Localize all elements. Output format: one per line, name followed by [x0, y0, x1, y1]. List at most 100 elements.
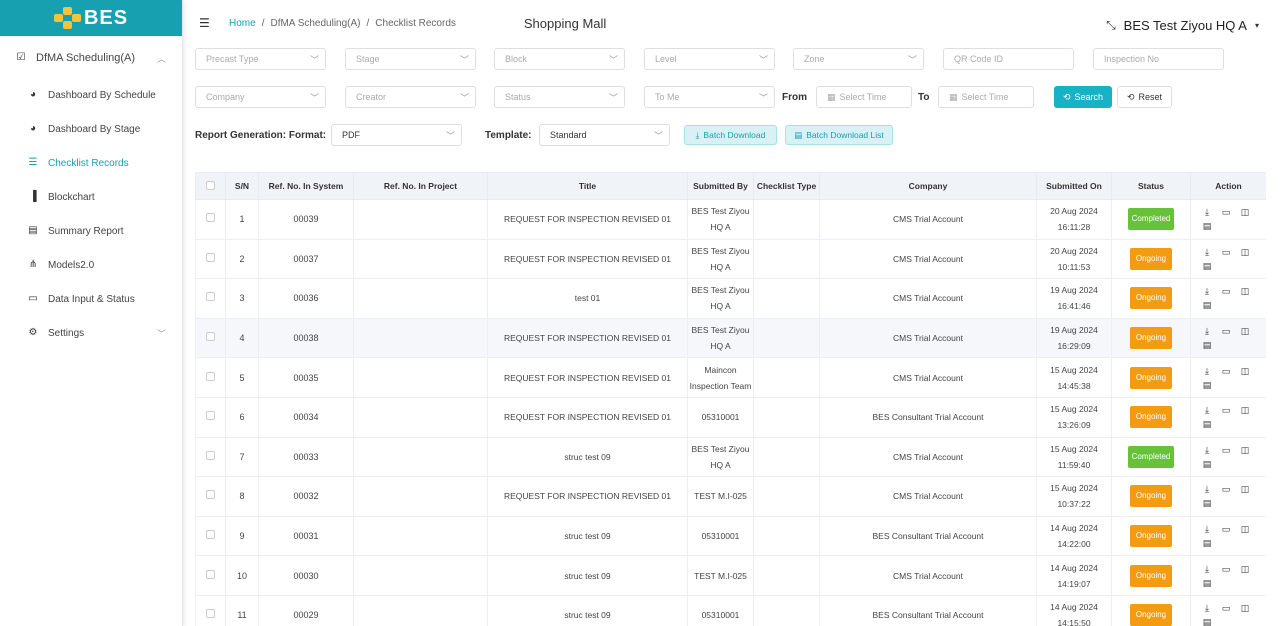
row-checkbox-cell[interactable]	[195, 278, 226, 319]
card-icon[interactable]: ▭	[1220, 285, 1232, 297]
table-row[interactable]: 2 00037 REQUEST FOR INSPECTION REVISED 01 B…	[195, 238, 1266, 280]
download-icon[interactable]: ⤓	[1201, 285, 1213, 297]
qr-code-input[interactable]: QR Code ID	[943, 48, 1074, 70]
batch-download-button[interactable]: ⤓ Batch Download	[684, 125, 777, 145]
row-checkbox-cell[interactable]	[195, 555, 226, 596]
book-icon[interactable]: ◫	[1239, 246, 1251, 258]
sidebar-item-dashboard-schedule[interactable]: ◕ Dashboard By Schedule	[0, 78, 182, 112]
document-icon[interactable]: ▤	[1201, 616, 1213, 626]
user-menu[interactable]: BES Test Ziyou HQ A	[1124, 18, 1247, 33]
sidebar-item-checklist-records[interactable]: ☰ Checklist Records	[0, 146, 182, 180]
book-icon[interactable]: ◫	[1239, 285, 1251, 297]
breadcrumb-dfma[interactable]: DfMA Scheduling(A)	[270, 18, 360, 29]
select-all-checkbox-cell[interactable]	[195, 172, 226, 200]
row-checkbox[interactable]	[206, 609, 215, 619]
download-icon[interactable]: ⤓	[1201, 365, 1213, 377]
reset-button[interactable]: ⟲ Reset	[1117, 86, 1172, 108]
download-icon[interactable]: ⤓	[1201, 444, 1213, 456]
document-icon[interactable]: ▤	[1201, 299, 1213, 311]
card-icon[interactable]: ▭	[1220, 483, 1232, 495]
template-select[interactable]: Standard ﹀	[539, 124, 670, 146]
book-icon[interactable]: ◫	[1239, 365, 1251, 377]
card-icon[interactable]: ▭	[1220, 325, 1232, 337]
sidebar-item-blockchart[interactable]: ▐ Blockchart	[0, 180, 182, 214]
document-icon[interactable]: ▤	[1201, 497, 1213, 509]
document-icon[interactable]: ▤	[1201, 577, 1213, 589]
block-select[interactable]: Block ﹀	[494, 48, 625, 70]
card-icon[interactable]: ▭	[1220, 563, 1232, 575]
document-icon[interactable]: ▤	[1201, 537, 1213, 549]
row-checkbox[interactable]	[206, 490, 215, 500]
row-checkbox[interactable]	[206, 530, 215, 540]
table-row[interactable]: 1 00039 REQUEST FOR INSPECTION REVISED 01 B…	[195, 199, 1266, 240]
download-icon[interactable]: ⤓	[1201, 563, 1213, 575]
document-icon[interactable]: ▤	[1201, 260, 1213, 272]
document-icon[interactable]: ▤	[1201, 418, 1213, 430]
book-icon[interactable]: ◫	[1239, 563, 1251, 575]
document-icon[interactable]: ▤	[1201, 379, 1213, 391]
book-icon[interactable]: ◫	[1239, 206, 1251, 218]
row-checkbox[interactable]	[206, 371, 215, 381]
card-icon[interactable]: ▭	[1220, 404, 1232, 416]
download-icon[interactable]: ⤓	[1201, 483, 1213, 495]
book-icon[interactable]: ◫	[1239, 602, 1251, 614]
row-checkbox[interactable]	[206, 332, 215, 342]
creator-select[interactable]: Creator ﹀	[345, 86, 476, 108]
document-icon[interactable]: ▤	[1201, 220, 1213, 232]
row-checkbox[interactable]	[206, 411, 215, 421]
card-icon[interactable]: ▭	[1220, 444, 1232, 456]
level-select[interactable]: Level ﹀	[644, 48, 775, 70]
row-checkbox[interactable]	[206, 450, 215, 460]
row-checkbox-cell[interactable]	[195, 476, 226, 517]
download-icon[interactable]: ⤓	[1201, 602, 1213, 614]
document-icon[interactable]: ▤	[1201, 458, 1213, 470]
format-select[interactable]: PDF ﹀	[331, 124, 462, 146]
book-icon[interactable]: ◫	[1239, 325, 1251, 337]
table-row[interactable]: 9 00031 struc test 09 05310001 BES Consultan…	[195, 515, 1266, 557]
table-row[interactable]: 3 00036 test 01 BES Test Ziyou HQ A CMS Trial…	[195, 278, 1266, 319]
table-row[interactable]: 8 00032 REQUEST FOR INSPECTION REVISED 01 T…	[195, 476, 1266, 517]
sidebar-item-settings[interactable]: ⚙ Settings ﹀	[0, 316, 182, 350]
company-select[interactable]: Company ﹀	[195, 86, 326, 108]
table-row[interactable]: 10 00030 struc test 09 TEST M.I-025 CMS Tria…	[195, 555, 1266, 596]
sidebar-group-dfma[interactable]: ☑ DfMA Scheduling(A) ︿	[0, 38, 182, 78]
download-icon[interactable]: ⤓	[1201, 325, 1213, 337]
select-all-checkbox[interactable]	[206, 180, 215, 190]
sidebar-item-dashboard-stage[interactable]: ◕ Dashboard By Stage	[0, 112, 182, 146]
row-checkbox[interactable]	[206, 252, 215, 262]
search-button[interactable]: ⟲ Search	[1054, 86, 1112, 108]
row-checkbox[interactable]	[206, 213, 215, 223]
download-icon[interactable]: ⤓	[1201, 206, 1213, 218]
row-checkbox-cell[interactable]	[195, 436, 226, 478]
stage-select[interactable]: Stage ﹀	[345, 48, 476, 70]
card-icon[interactable]: ▭	[1220, 206, 1232, 218]
card-icon[interactable]: ▭	[1220, 246, 1232, 258]
table-row[interactable]: 7 00033 struc test 09 BES Test Ziyou HQ A CMS…	[195, 436, 1266, 478]
row-checkbox-cell[interactable]	[195, 238, 226, 280]
row-checkbox-cell[interactable]	[195, 396, 226, 438]
breadcrumb-home[interactable]: Home	[229, 18, 256, 29]
row-checkbox[interactable]	[206, 569, 215, 579]
table-row[interactable]: 4 00038 REQUEST FOR INSPECTION REVISED 01 B…	[195, 317, 1266, 359]
table-row[interactable]: 11 00029 struc test 09 05310001 BES Consulta…	[195, 594, 1266, 626]
row-checkbox-cell[interactable]	[195, 594, 226, 626]
inspection-no-input[interactable]: Inspection No	[1093, 48, 1224, 70]
row-checkbox[interactable]	[206, 292, 215, 302]
book-icon[interactable]: ◫	[1239, 483, 1251, 495]
sidebar-item-summary-report[interactable]: ▤ Summary Report	[0, 214, 182, 248]
card-icon[interactable]: ▭	[1220, 365, 1232, 377]
card-icon[interactable]: ▭	[1220, 602, 1232, 614]
download-icon[interactable]: ⤓	[1201, 246, 1213, 258]
book-icon[interactable]: ◫	[1239, 404, 1251, 416]
book-icon[interactable]: ◫	[1239, 523, 1251, 535]
batch-download-list-button[interactable]: ▤ Batch Download List	[785, 125, 893, 145]
row-checkbox-cell[interactable]	[195, 357, 226, 398]
zone-select[interactable]: Zone ﹀	[793, 48, 924, 70]
precast-type-select[interactable]: Precast Type ﹀	[195, 48, 326, 70]
document-icon[interactable]: ▤	[1201, 339, 1213, 351]
table-row[interactable]: 6 00034 REQUEST FOR INSPECTION REVISED 01 0…	[195, 396, 1266, 438]
row-checkbox-cell[interactable]	[195, 317, 226, 359]
status-select[interactable]: Status ﹀	[494, 86, 625, 108]
download-icon[interactable]: ⤓	[1201, 404, 1213, 416]
row-checkbox-cell[interactable]	[195, 515, 226, 557]
